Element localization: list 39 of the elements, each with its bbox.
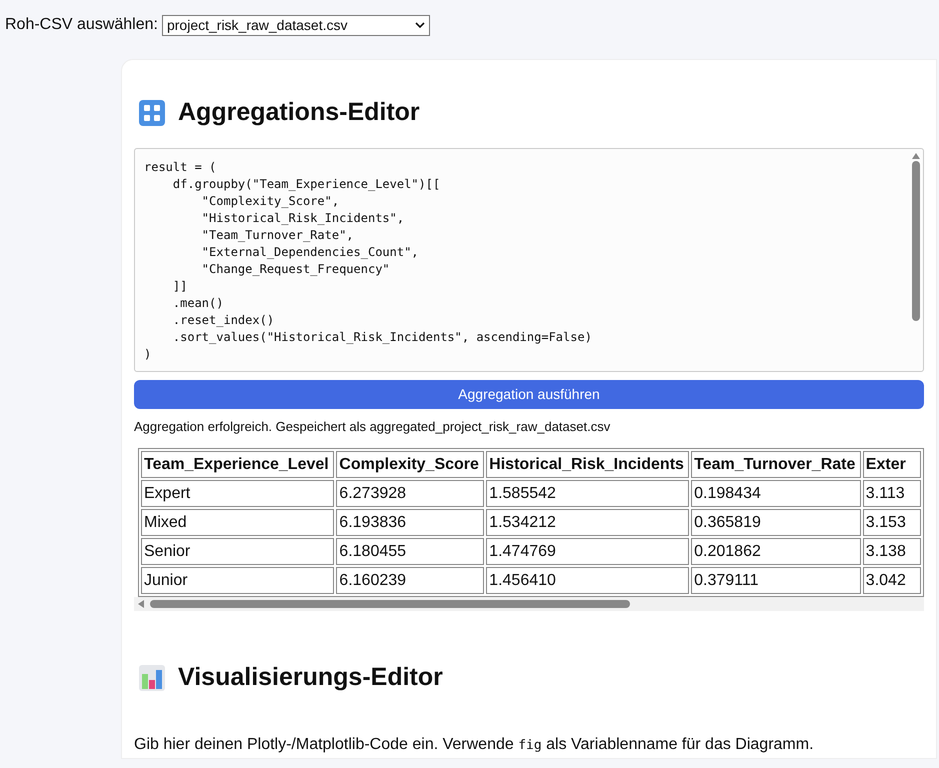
- column-header: Exter: [862, 451, 921, 478]
- table-cell: 1.456410: [486, 567, 690, 594]
- file-dropdown[interactable]: project_risk_raw_dataset.csv: [162, 14, 430, 36]
- hint-text: Gib hier deinen Plotly-/Matplotlib-Code ein. Verwende fig als Variablenname für das Diagramm.: [134, 734, 815, 754]
- column-header: Complexity_Score: [336, 451, 484, 478]
- scroll-left-arrow-icon[interactable]: [138, 600, 144, 608]
- table-cell: 6.193836: [336, 509, 484, 536]
- table-cell: 3.042: [862, 567, 921, 594]
- table-cell: 0.365819: [691, 509, 861, 536]
- scroll-up-arrow-icon[interactable]: [912, 152, 920, 158]
- code-editor[interactable]: result = ( df.groupby("Team_Experience_Level")[[ "Complexity_Score", "Historical_Risk_Incidents", "Team_Turnover_Rate", "External_Dependencies_Count", "Change_Request_Frequency" ]] .mean() .reset_index() .sort_values("Historical_Risk_Incidents", ascending=False) ): [134, 148, 924, 372]
- table-cell: Mixed: [141, 509, 334, 536]
- column-header: Team_Experience_Level: [141, 451, 334, 478]
- table-cell: 6.180455: [336, 538, 484, 565]
- column-header: Historical_Risk_Incidents: [486, 451, 690, 478]
- table-cell: 1.585542: [486, 480, 690, 507]
- table-cell: Expert: [141, 480, 334, 507]
- table-cell: Junior: [141, 567, 334, 594]
- table-cell: 6.273928: [336, 480, 484, 507]
- column-header: Team_Turnover_Rate: [691, 451, 861, 478]
- table-cell: 1.474769: [486, 538, 690, 565]
- section-title: Aggregations-Editor: [178, 97, 420, 128]
- table-cell: Senior: [141, 538, 334, 565]
- section-title: Visualisierungs-Editor: [178, 662, 443, 693]
- horizontal-scrollbar[interactable]: [134, 597, 924, 611]
- table-cell: 3.113: [862, 480, 921, 507]
- table-cell: 1.534212: [486, 509, 690, 536]
- table-cell: 3.153: [862, 509, 921, 536]
- table-cell: 6.160239: [336, 567, 484, 594]
- table-cell: 0.198434: [691, 480, 861, 507]
- chevron-down-icon: [414, 22, 425, 28]
- status-message: Aggregation erfolgreich. Gespeichert als aggregated_project_risk_raw_dataset.csv: [134, 418, 612, 436]
- keypad-icon: [138, 98, 166, 127]
- table-cell: 0.201862: [691, 538, 861, 565]
- table-cell: 0.379111: [691, 567, 861, 594]
- bar-chart-icon: [138, 664, 166, 692]
- table-cell: 3.138: [862, 538, 921, 565]
- run-aggregation-button[interactable]: Aggregation ausführen: [134, 380, 924, 408]
- file-picker-label: Roh-CSV auswählen:: [5, 15, 158, 35]
